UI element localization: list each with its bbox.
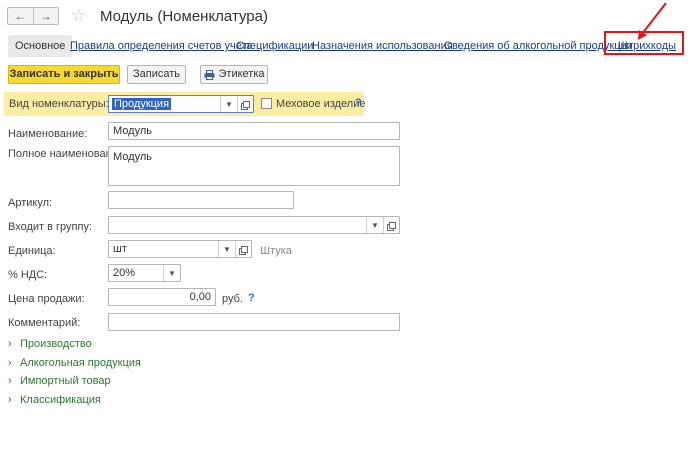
help-icon[interactable]: ? [248,292,255,304]
section-label: Алкогольная продукция [20,357,141,369]
printer-icon [204,69,214,80]
open-icon[interactable] [237,96,253,112]
open-icon[interactable] [383,217,399,233]
fullname-textarea[interactable]: Модуль [108,146,400,186]
vat-select[interactable]: 20% ▼ [108,264,181,282]
save-and-close-button[interactable]: Записать и закрыть [8,65,120,84]
price-currency: руб. [222,293,243,305]
forward-arrow-icon[interactable]: → [34,8,59,24]
tab-account-rules[interactable]: Правила определения счетов учета [70,35,253,57]
window-title: Модуль (Номенклатура) [100,8,268,25]
section-production[interactable]: › Производство [8,338,92,350]
price-input[interactable]: 0,00 [108,288,216,306]
tab-usage-purposes[interactable]: Назначения использования [312,35,453,57]
save-button[interactable]: Записать [127,65,186,84]
red-arrow-icon [638,2,667,40]
tab-main[interactable]: Основное [8,35,73,57]
section-label: Производство [20,338,92,350]
fur-checkbox[interactable] [261,98,272,109]
comment-input[interactable] [108,313,400,331]
favorite-star-icon[interactable]: ☆ [71,7,86,25]
unit-value: шт [113,243,127,255]
kind-value: Продукция [112,98,172,110]
help-icon[interactable]: ? [355,97,362,109]
chevron-right-icon: › [8,338,12,350]
group-select[interactable]: ▼ [108,216,400,234]
chevron-down-icon[interactable]: ▼ [220,96,237,112]
navigation-buttons: ← → [7,7,59,25]
chevron-down-icon[interactable]: ▼ [218,241,235,257]
chevron-down-icon[interactable]: ▼ [366,217,383,233]
chevron-right-icon: › [8,357,12,369]
section-alcohol[interactable]: › Алкогольная продукция [8,357,141,369]
fur-label: Меховое изделие [276,98,366,110]
article-input[interactable] [108,191,294,209]
unit-select[interactable]: шт ▼ [108,240,252,258]
article-label: Артикул: [8,197,53,209]
section-import[interactable]: › Импортный товар [8,375,111,387]
chevron-right-icon: › [8,394,12,406]
name-label: Наименование: [8,128,88,140]
tab-specifications[interactable]: Спецификации [236,35,313,57]
kind-label: Вид номенклатуры: [9,98,109,110]
name-input[interactable]: Модуль [108,122,400,140]
vat-label: % НДС: [8,269,48,281]
back-arrow-icon[interactable]: ← [8,8,34,24]
chevron-right-icon: › [8,375,12,387]
section-label: Классификация [20,394,101,406]
section-classification[interactable]: › Классификация [8,394,101,406]
kind-select[interactable]: Продукция ▼ [108,95,254,113]
vat-value: 20% [113,267,136,279]
unit-label: Единица: [8,245,56,257]
group-label: Входит в группу: [8,221,92,233]
open-icon[interactable] [235,241,251,257]
unit-hint: Штука [260,245,292,257]
label-print-button-text: Этикетка [218,68,265,80]
comment-label: Комментарий: [8,317,81,329]
chevron-down-icon[interactable]: ▼ [163,265,180,281]
label-print-button[interactable]: Этикетка [200,65,268,84]
section-label: Импортный товар [20,375,111,387]
price-label: Цена продажи: [8,293,85,305]
group-value [109,217,366,233]
